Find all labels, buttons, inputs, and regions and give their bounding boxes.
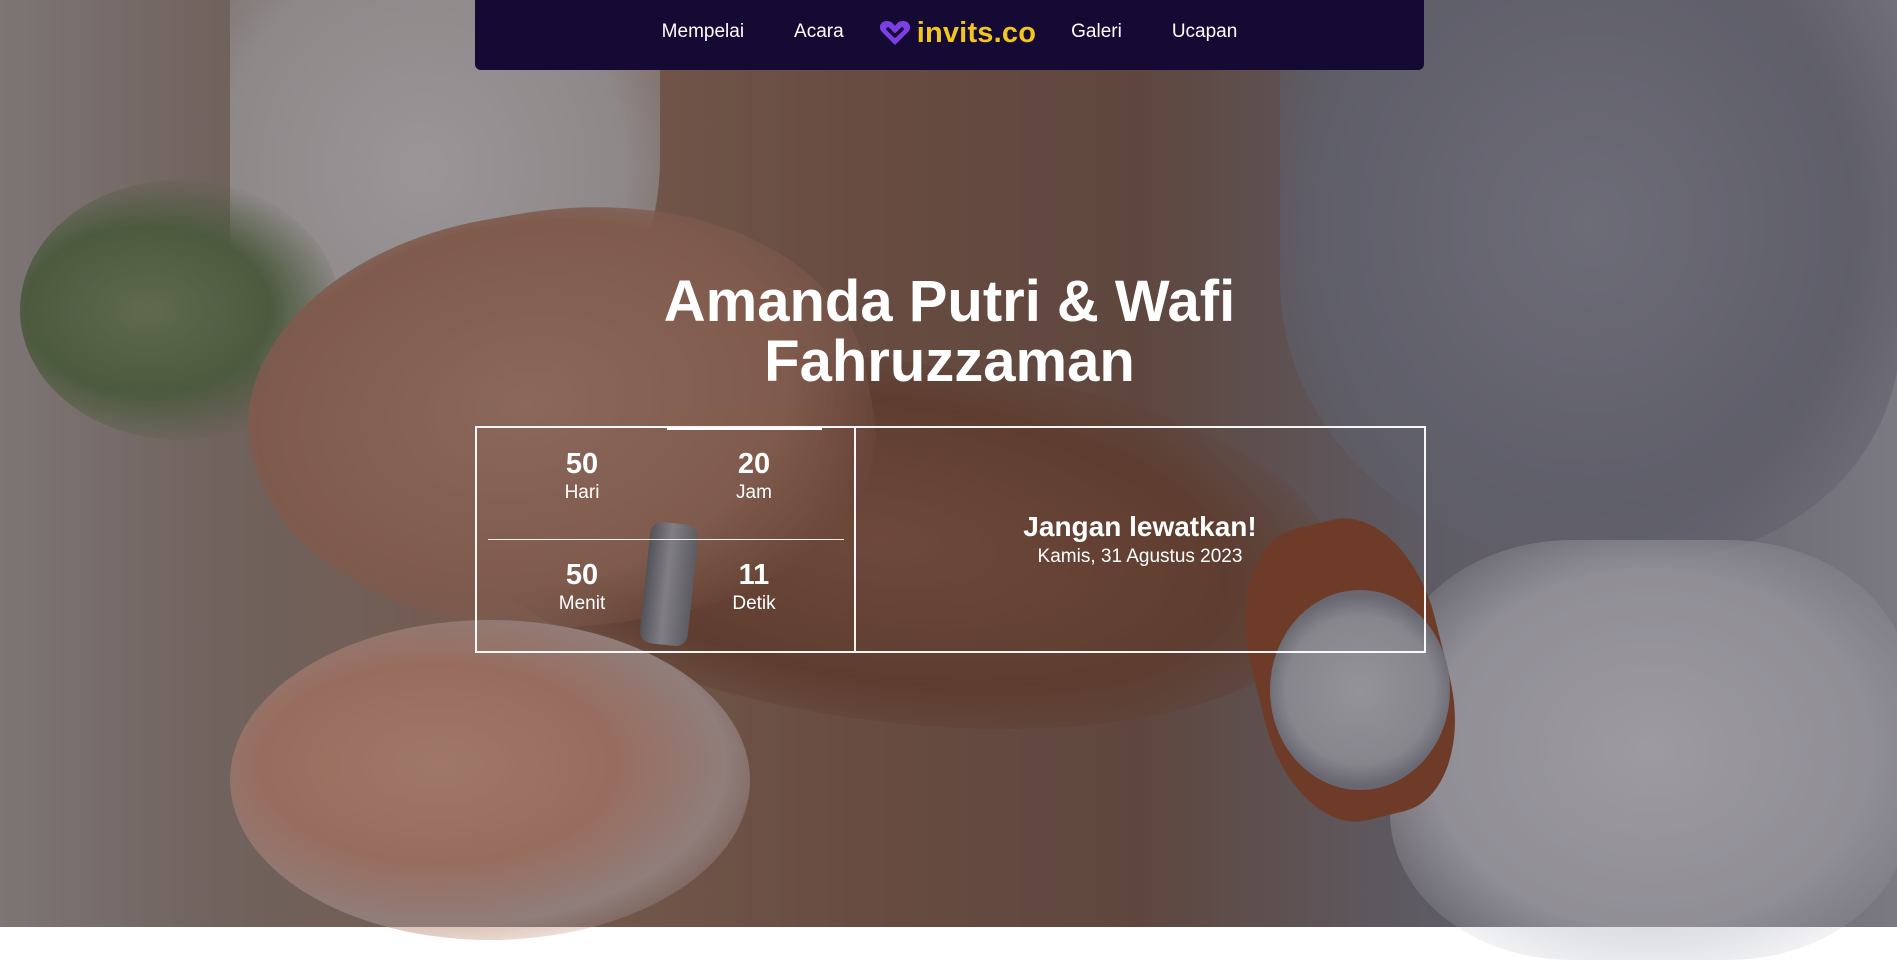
countdown-timer: 50 Hari 20 Jam 50 Menit 11 Detik xyxy=(477,428,856,651)
countdown-hours: 20 Jam xyxy=(679,448,829,506)
countdown-days-value: 50 xyxy=(565,448,599,480)
brand-logo[interactable]: invits.co xyxy=(879,17,1036,50)
countdown-divider xyxy=(488,539,844,540)
countdown-minutes-value: 50 xyxy=(565,559,599,591)
couple-names-line2: Fahruzzaman xyxy=(764,329,1135,394)
event-countdown-box: 50 Hari 20 Jam 50 Menit 11 Detik Jangan … xyxy=(475,426,1426,653)
nav-link-mempelai[interactable]: Mempelai xyxy=(637,21,769,43)
countdown-seconds-value: 11 xyxy=(738,559,770,591)
heart-logo-icon xyxy=(879,21,910,45)
countdown-days: 50 Hari xyxy=(507,448,657,506)
reminder-heading: Jangan lewatkan! xyxy=(1023,510,1257,542)
couple-names-line1: Amanda Putri & Wafi xyxy=(663,269,1236,334)
countdown-hours-value: 20 xyxy=(737,448,771,480)
top-navbar: Mempelai Acara invits.co Galeri Ucapan xyxy=(475,0,1424,70)
countdown-accent-line xyxy=(667,428,822,430)
nav-link-galeri[interactable]: Galeri xyxy=(1046,21,1147,43)
countdown-seconds-label: Detik xyxy=(732,593,776,614)
countdown-minutes: 50 Menit xyxy=(507,559,657,617)
countdown-minutes-label: Menit xyxy=(558,593,606,614)
nav-link-acara[interactable]: Acara xyxy=(769,21,869,43)
nav-link-ucapan[interactable]: Ucapan xyxy=(1147,21,1263,43)
countdown-seconds: 11 Detik xyxy=(679,559,829,617)
countdown-hours-label: Jam xyxy=(736,482,772,503)
countdown-days-label: Hari xyxy=(564,482,600,503)
brand-name: invits.co xyxy=(916,16,1037,49)
event-reminder: Jangan lewatkan! Kamis, 31 Agustus 2023 xyxy=(856,428,1424,651)
event-date: Kamis, 31 Agustus 2023 xyxy=(1037,545,1243,567)
couple-names-title: Amanda Putri & Wafi Fahruzzaman xyxy=(475,272,1424,392)
